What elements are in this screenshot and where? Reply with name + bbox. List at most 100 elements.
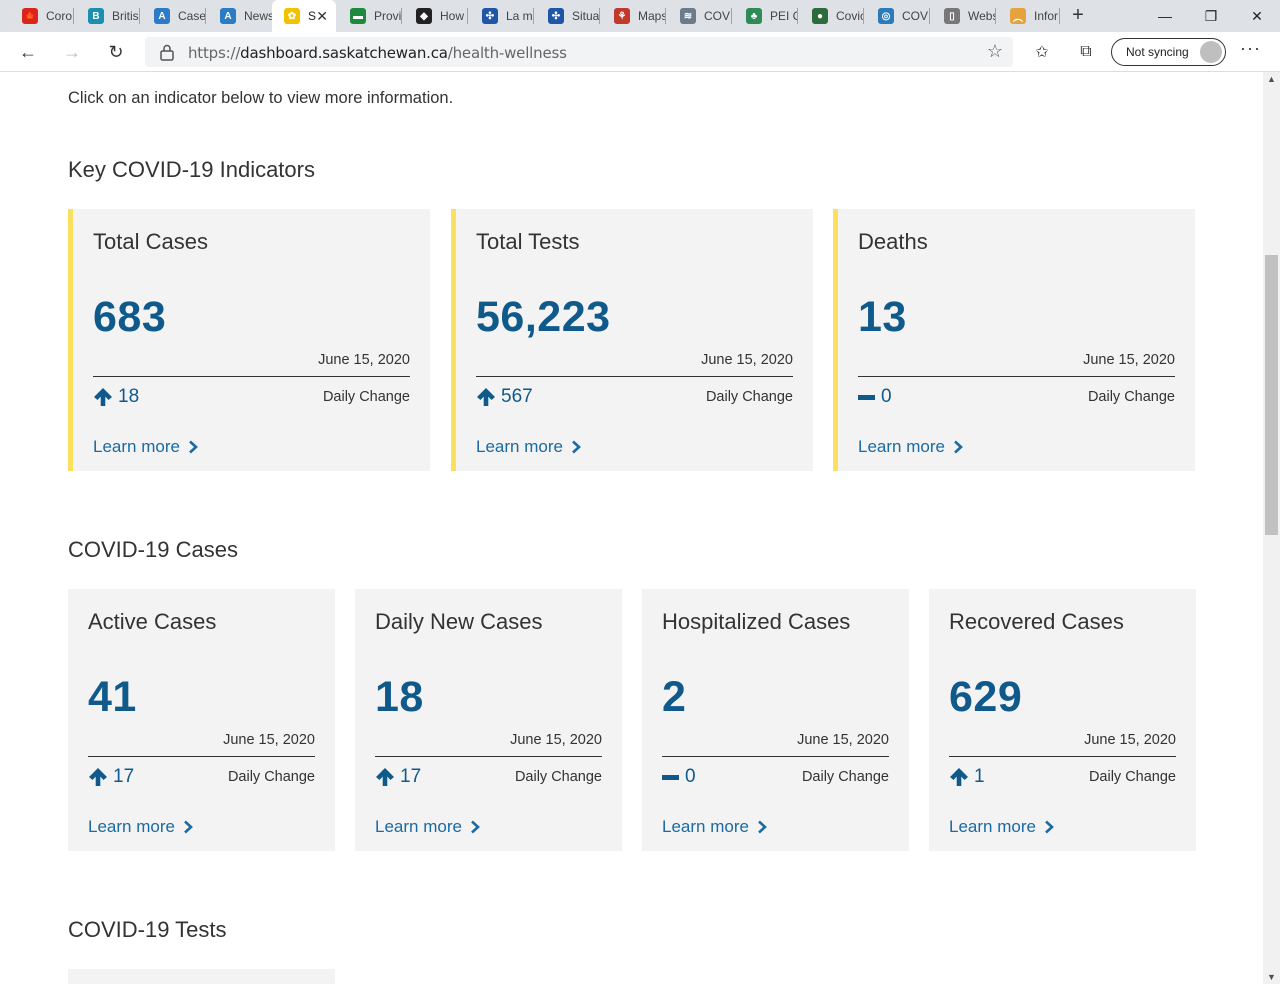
- daily-change-value: 1: [974, 766, 985, 787]
- page-content: Click on an indicator below to view more…: [0, 72, 1263, 984]
- browser-tab[interactable]: ▬ Provi: [336, 0, 402, 32]
- card-value: 13: [858, 293, 907, 341]
- new-tab-button[interactable]: +: [1066, 4, 1090, 28]
- card-divider: [375, 756, 602, 757]
- arrow-up-icon: [89, 768, 107, 786]
- tab-favicon-icon: ▬: [350, 8, 366, 24]
- browser-tab[interactable]: ⚘ Maps: [600, 0, 666, 32]
- url-input[interactable]: https://dashboard.saskatchewan.ca/health…: [145, 37, 1013, 67]
- back-button[interactable]: ←: [14, 38, 42, 66]
- favorite-star-icon[interactable]: ☆: [987, 41, 1003, 62]
- daily-change: 0: [858, 386, 892, 408]
- learn-more-label: Learn more: [949, 817, 1036, 836]
- card-date: June 15, 2020: [510, 732, 602, 748]
- daily-change-label: Daily Change: [514, 769, 602, 785]
- card-date: June 15, 2020: [318, 352, 410, 368]
- card-divider: [662, 756, 889, 757]
- tab-label: La m: [506, 9, 533, 23]
- card-divider: [949, 756, 1176, 757]
- scroll-down-icon[interactable]: ▼: [1267, 972, 1276, 982]
- learn-more-link[interactable]: Learn more: [662, 817, 768, 837]
- card-title: Total Cases: [93, 229, 208, 254]
- browser-tab[interactable]: ♣ PEI C: [732, 0, 798, 32]
- daily-change-value: 17: [400, 766, 422, 787]
- daily-change-value: 18: [118, 386, 140, 407]
- card-value: 18: [375, 673, 424, 721]
- learn-more-link[interactable]: Learn more: [476, 437, 582, 457]
- browser-tab[interactable]: ✣ La m: [468, 0, 534, 32]
- daily-change: 17: [375, 766, 421, 788]
- arrow-up-icon: [477, 388, 495, 406]
- indicator-card[interactable]: Total Cases 683 June 15, 2020 18 Daily Chang…: [68, 209, 430, 471]
- tab-favicon-icon: ✿: [284, 8, 300, 24]
- daily-change: 1: [949, 766, 985, 788]
- tab-label: Provi: [374, 9, 402, 23]
- browser-tab[interactable]: ◎ COVI: [864, 0, 930, 32]
- indicator-card[interactable]: Total Tests 56,223 June 15, 2020 567 Daily C…: [451, 209, 813, 471]
- collections-icon[interactable]: ⧉: [1074, 40, 1098, 64]
- learn-more-label: Learn more: [88, 817, 175, 836]
- browser-tab[interactable]: ︵ Infor: [996, 0, 1060, 32]
- card-title: Deaths: [858, 229, 928, 254]
- browser-tab[interactable]: B Britis: [74, 0, 140, 32]
- browser-tab[interactable]: A Cases: [140, 0, 206, 32]
- learn-more-link[interactable]: Learn more: [949, 817, 1055, 837]
- more-menu-icon[interactable]: ···: [1240, 38, 1261, 59]
- learn-more-link[interactable]: Learn more: [375, 817, 481, 837]
- learn-more-label: Learn more: [662, 817, 749, 836]
- tab-label: COVI: [704, 9, 732, 23]
- learn-more-label: Learn more: [476, 437, 563, 456]
- card-value: 41: [88, 673, 137, 721]
- learn-more-link[interactable]: Learn more: [93, 437, 199, 457]
- url-prefix: https://: [188, 44, 241, 62]
- daily-change-label: Daily Change: [1087, 389, 1175, 405]
- scroll-thumb[interactable]: [1265, 255, 1278, 535]
- url-path: /health-wellness: [447, 44, 567, 62]
- daily-change: 17: [88, 766, 134, 788]
- browser-tab[interactable]: ≋ COVI: [666, 0, 732, 32]
- indicator-card[interactable]: Deaths 13 June 15, 2020 0 Daily Change Learn …: [833, 209, 1195, 471]
- indicator-card[interactable]: Hospitalized Cases 2 June 15, 2020 0 Daily C…: [642, 589, 909, 851]
- chevron-right-icon: [954, 440, 963, 454]
- tab-close-icon[interactable]: ✕: [316, 8, 328, 24]
- browser-tab[interactable]: ✿ S ✕: [272, 0, 336, 32]
- restore-button[interactable]: ❐: [1188, 0, 1234, 32]
- indicator-card[interactable]: Recovered Cases 629 June 15, 2020 1 Daily Ch…: [929, 589, 1196, 851]
- minimize-button[interactable]: —: [1142, 0, 1188, 32]
- tab-label: Covic: [836, 9, 864, 23]
- tests-card[interactable]: [68, 969, 335, 984]
- profile-sync-button[interactable]: Not syncing: [1111, 38, 1226, 66]
- avatar: [1200, 41, 1222, 63]
- browser-tab[interactable]: ✣ Situa: [534, 0, 600, 32]
- learn-more-link[interactable]: Learn more: [858, 437, 964, 457]
- card-divider: [88, 756, 315, 757]
- card-date: June 15, 2020: [701, 352, 793, 368]
- learn-more-link[interactable]: Learn more: [88, 817, 194, 837]
- tab-favicon-icon: ≋: [680, 8, 696, 24]
- page-scrollbar[interactable]: ▲ ▼: [1263, 72, 1280, 984]
- forward-button[interactable]: →: [58, 38, 86, 66]
- close-window-button[interactable]: ✕: [1234, 0, 1280, 32]
- scroll-up-icon[interactable]: ▲: [1267, 74, 1276, 84]
- tab-favicon-icon: B: [88, 8, 104, 24]
- tab-favicon-icon: ◆: [416, 8, 432, 24]
- chevron-right-icon: [1045, 820, 1054, 834]
- refresh-button[interactable]: ↻: [102, 38, 130, 66]
- cases-heading: COVID-19 Cases: [68, 537, 238, 562]
- favorites-icon[interactable]: ✩: [1030, 40, 1054, 64]
- browser-tab[interactable]: ● Covic: [798, 0, 864, 32]
- indicator-card[interactable]: Active Cases 41 June 15, 2020 17 Daily Chang…: [68, 589, 335, 851]
- tab-strip: 🍁CoroBBritisACasesANews✿S✕ ▬ Provi ◆ How✣La …: [0, 0, 1280, 32]
- browser-tab[interactable]: ▯ Webs: [930, 0, 996, 32]
- chevron-right-icon: [572, 440, 581, 454]
- card-value: 56,223: [476, 293, 611, 341]
- card-title: Active Cases: [88, 609, 217, 634]
- indicator-card[interactable]: Daily New Cases 18 June 15, 2020 17 Daily Ch…: [355, 589, 622, 851]
- browser-tab[interactable]: A News: [206, 0, 272, 32]
- card-date: June 15, 2020: [1083, 352, 1175, 368]
- daily-change-label: Daily Change: [801, 769, 889, 785]
- tab-label: How: [440, 9, 465, 23]
- tab-favicon-icon: 🍁: [22, 8, 38, 24]
- browser-tab[interactable]: ◆ How: [402, 0, 468, 32]
- browser-tab[interactable]: 🍁 Coro: [8, 0, 74, 32]
